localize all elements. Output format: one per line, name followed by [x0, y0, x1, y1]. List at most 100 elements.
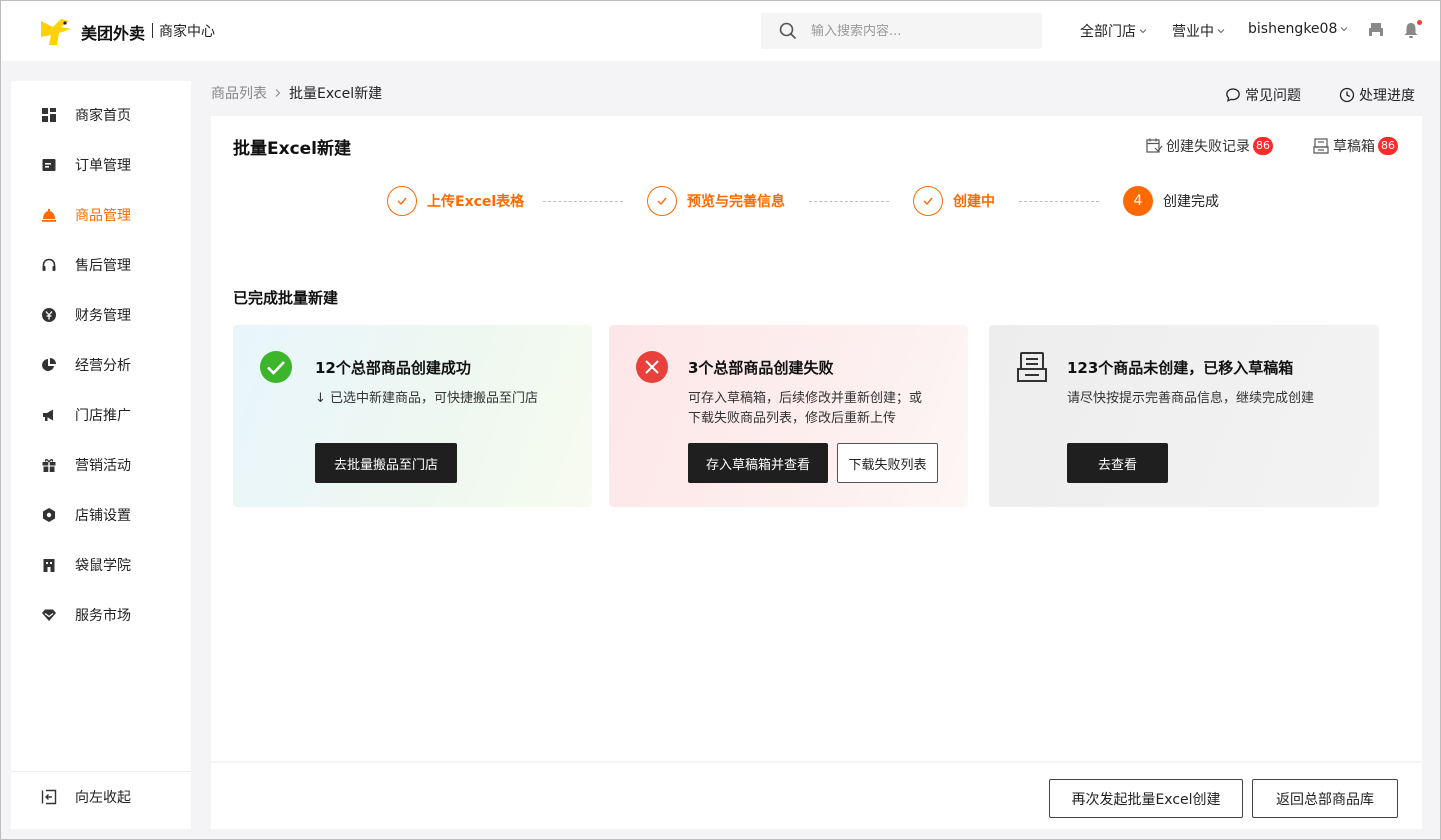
download-fail-list-button[interactable]: 下载失败列表: [837, 443, 938, 483]
step-label: 上传Excel表格: [427, 194, 525, 210]
success-check-icon: [260, 351, 292, 383]
brand-name: 美团外卖: [81, 24, 146, 43]
success-title: 12个总部商品创建成功: [315, 359, 471, 377]
progress-label: 处理进度: [1359, 88, 1415, 104]
step-complete-indicator: [913, 186, 943, 216]
store-select-label: 全部门店: [1080, 24, 1136, 40]
sidebar-item-marketing[interactable]: 营销活动: [11, 445, 191, 485]
draft-desc: 请尽快按提示完善商品信息，继续完成创建: [1067, 391, 1315, 406]
failed-desc-line: 可存入草稿箱，后续修改并重新创建；或: [688, 391, 923, 406]
success-desc: ↓ 已选中新建商品，可快捷搬品至门店: [315, 391, 539, 406]
search-icon: [779, 22, 797, 40]
sidebar-item-orders[interactable]: 订单管理: [11, 145, 191, 185]
drafts-link[interactable]: 草稿箱 86: [1312, 136, 1398, 156]
step-complete-indicator: [387, 186, 417, 216]
order-icon: [42, 159, 56, 171]
printer-icon[interactable]: [1367, 21, 1385, 39]
breadcrumb: 商品列表 批量Excel新建: [211, 83, 382, 103]
section-title: 已完成批量新建: [233, 289, 339, 307]
kangaroo-logo-icon[interactable]: [39, 15, 73, 47]
failed-desc: 可存入草稿箱，后续修改并重新创建；或 下载失败商品列表，修改后重新上传: [688, 389, 922, 429]
sidebar-collapse-button[interactable]: 向左收起: [11, 777, 191, 817]
progress-link[interactable]: 处理进度: [1339, 85, 1415, 105]
drafts-badge: 86: [1378, 137, 1398, 155]
breadcrumb-parent-link[interactable]: 商品列表: [211, 83, 267, 103]
sidebar-item-products[interactable]: 商品管理: [11, 195, 191, 235]
draft-box-icon: [1017, 352, 1047, 382]
step-creating: 创建中: [913, 186, 995, 216]
school-icon: [43, 559, 55, 572]
check-icon: [397, 197, 407, 206]
gift-icon: [42, 459, 56, 472]
main-panel: 批量Excel新建 创建失败记录 86 草稿箱 86 上传Excel表格 预览与…: [211, 116, 1422, 761]
failed-card: 3个总部商品创建失败 可存入草稿箱，后续修改并重新创建；或 下载失败商品列表，修…: [609, 325, 968, 507]
sidebar-item-home[interactable]: 商家首页: [11, 95, 191, 135]
headset-icon: [42, 258, 56, 271]
sidebar-item-label: 订单管理: [75, 158, 131, 174]
notification-dot: [1417, 20, 1422, 25]
sidebar-collapse-label: 向左收起: [75, 790, 131, 806]
step-connector: [543, 201, 623, 202]
sidebar-item-label: 营销活动: [75, 458, 131, 474]
sidebar-item-label: 商品管理: [75, 208, 131, 224]
dashboard-icon: [42, 108, 56, 122]
hexagon-gear-icon: [43, 508, 55, 522]
view-drafts-button[interactable]: 去查看: [1067, 443, 1168, 483]
user-menu[interactable]: bishengke08: [1248, 21, 1348, 37]
draft-title: 123个商品未创建，已移入草稿箱: [1067, 359, 1294, 377]
sidebar-item-analytics[interactable]: 经营分析: [11, 345, 191, 385]
faq-label: 常见问题: [1245, 88, 1301, 104]
search-input[interactable]: [811, 23, 1031, 39]
sidebar-item-store-settings[interactable]: 店铺设置: [11, 495, 191, 535]
breadcrumb-current: 批量Excel新建: [289, 86, 383, 102]
faq-link[interactable]: 常见问题: [1225, 85, 1301, 105]
sidebar-item-label: 袋鼠学院: [75, 558, 131, 574]
error-x-icon: [636, 351, 668, 383]
store-select[interactable]: 全部门店: [1080, 21, 1147, 41]
fail-records-label: 创建失败记录: [1166, 139, 1250, 155]
draft-box-icon: [1313, 138, 1329, 154]
chevron-down-icon: [1139, 29, 1147, 34]
chat-bubble-icon: [1226, 88, 1240, 102]
sidebar-item-label: 经营分析: [75, 358, 131, 374]
brand-subtitle: 商家中心: [159, 24, 215, 40]
sidebar: 商家首页 订单管理 商品管理 售后管理 财务管理 经营分析 门店推广 营销活动 …: [11, 81, 191, 829]
restart-batch-excel-button[interactable]: 再次发起批量Excel创建: [1049, 779, 1243, 818]
step-complete-indicator: [647, 186, 677, 216]
back-to-library-button[interactable]: 返回总部商品库: [1252, 779, 1398, 818]
sidebar-item-finance[interactable]: 财务管理: [11, 295, 191, 335]
top-header: 美团外卖 商家中心 全部门店 营业中 bishengke08: [1, 1, 1440, 61]
sidebar-item-label: 门店推广: [75, 408, 131, 424]
fail-records-link[interactable]: 创建失败记录 86: [1145, 136, 1273, 156]
megaphone-icon: [43, 409, 53, 421]
search-box[interactable]: [761, 13, 1042, 49]
sidebar-item-promotion[interactable]: 门店推广: [11, 395, 191, 435]
dish-cover-icon: [42, 208, 56, 222]
clock-icon: [1339, 87, 1355, 103]
failed-desc-line: 下载失败商品列表，修改后重新上传: [688, 411, 897, 426]
fail-records-badge: 86: [1253, 137, 1273, 155]
step-preview: 预览与完善信息: [647, 186, 785, 216]
footer-bar: 再次发起批量Excel创建 返回总部商品库: [211, 763, 1422, 829]
sidebar-item-label: 服务市场: [75, 608, 131, 624]
diamond-icon: [42, 609, 56, 621]
batch-move-to-stores-button[interactable]: 去批量搬品至门店: [315, 443, 457, 483]
sidebar-item-label: 财务管理: [75, 308, 131, 324]
collapse-left-icon: [41, 789, 57, 805]
step-upload: 上传Excel表格: [387, 186, 524, 216]
pie-chart-icon: [42, 358, 56, 371]
sidebar-item-service-market[interactable]: 服务市场: [11, 595, 191, 635]
save-to-drafts-button[interactable]: 存入草稿箱并查看: [688, 443, 828, 483]
check-icon: [657, 197, 667, 206]
step-label: 预览与完善信息: [687, 194, 785, 210]
chevron-down-icon: [1341, 27, 1348, 32]
sidebar-item-label: 售后管理: [75, 258, 131, 274]
drafts-label: 草稿箱: [1333, 139, 1375, 155]
sidebar-item-aftersales[interactable]: 售后管理: [11, 245, 191, 285]
step-label: 创建中: [953, 194, 995, 210]
step-number: 4: [1123, 186, 1153, 216]
sidebar-item-academy[interactable]: 袋鼠学院: [11, 545, 191, 585]
chevron-right-icon: [275, 89, 281, 97]
status-select[interactable]: 营业中: [1172, 21, 1225, 41]
draft-card: 123个商品未创建，已移入草稿箱 请尽快按提示完善商品信息，继续完成创建 去查看: [989, 325, 1379, 507]
